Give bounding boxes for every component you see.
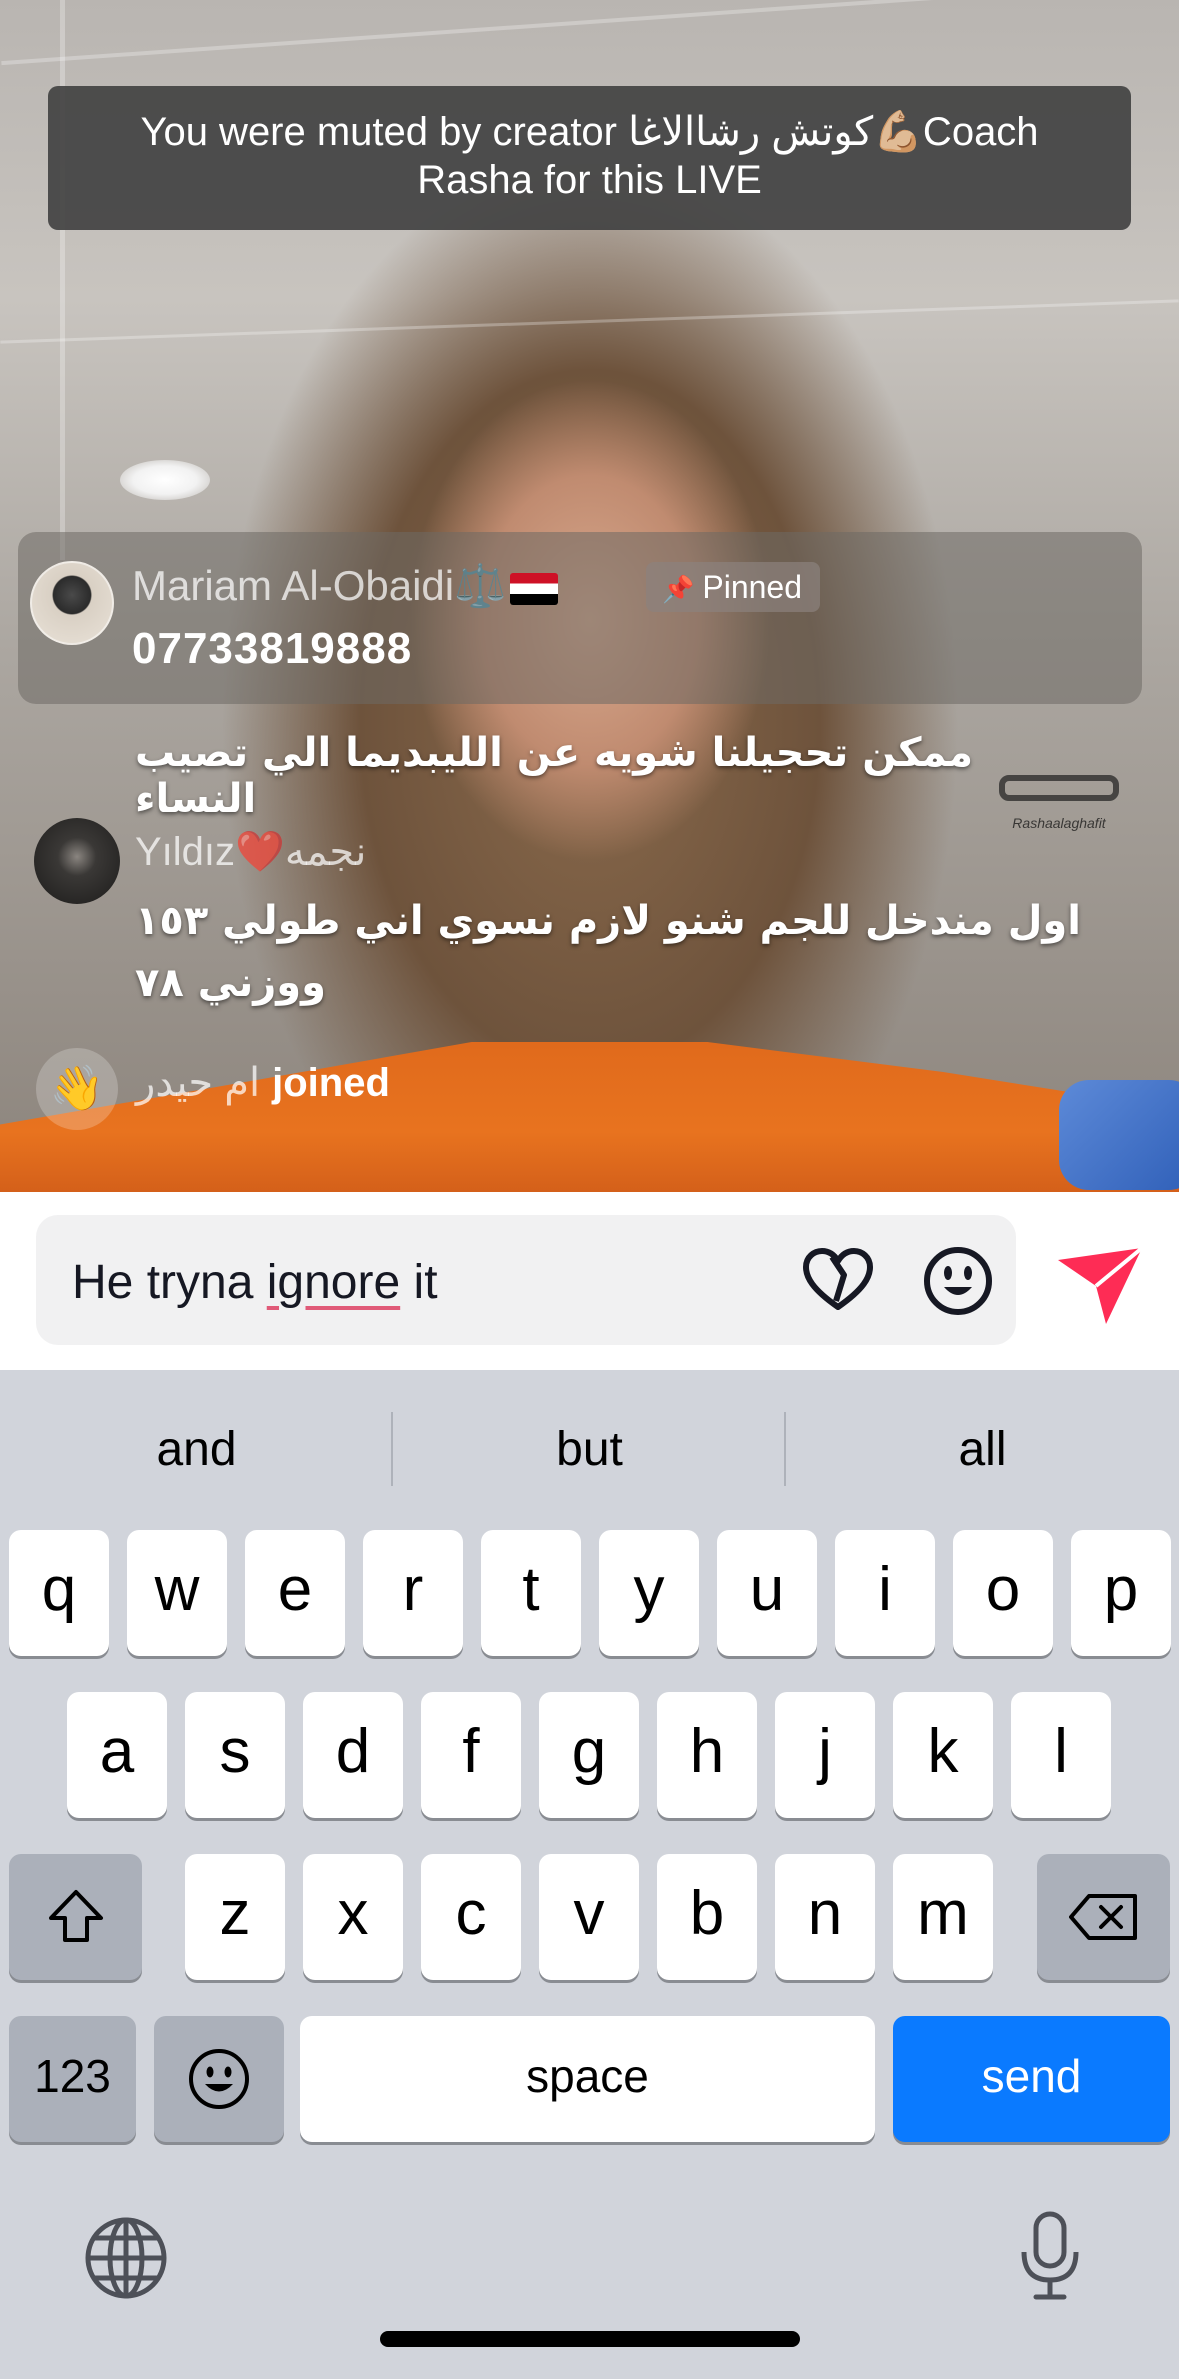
commenter-avatar[interactable] bbox=[34, 818, 120, 904]
comment-input[interactable]: He tryna ignore it bbox=[36, 1215, 1016, 1345]
muted-notice-banner: You were muted by creator كوتش رشاالاغا💪… bbox=[48, 86, 1131, 230]
key-z[interactable]: z bbox=[185, 1854, 285, 1980]
pin-icon: 📌 bbox=[662, 574, 695, 604]
key-y[interactable]: y bbox=[599, 1530, 699, 1656]
pinned-comment[interactable]: Mariam Al-Obaidi⚖️ 📌 Pinned 07733819888 bbox=[18, 532, 1142, 704]
water-bottle bbox=[1059, 1080, 1179, 1190]
emoji-keyboard-icon bbox=[189, 2049, 249, 2109]
pinned-user-avatar[interactable] bbox=[30, 561, 114, 645]
backspace-icon bbox=[1069, 1894, 1137, 1940]
join-event: ام حيدر joined bbox=[136, 1060, 390, 1106]
shift-icon bbox=[49, 1890, 103, 1942]
key-e[interactable]: e bbox=[245, 1530, 345, 1656]
pinned-comment-text: 07733819888 bbox=[132, 624, 413, 673]
key-h[interactable]: h bbox=[657, 1692, 757, 1818]
key-s[interactable]: s bbox=[185, 1692, 285, 1818]
suggestion-bar: and but all bbox=[0, 1370, 1179, 1530]
pinned-badge: 📌 Pinned bbox=[646, 562, 821, 612]
globe-icon[interactable] bbox=[84, 2216, 168, 2300]
key-g[interactable]: g bbox=[539, 1692, 639, 1818]
pinned-user-name: Mariam Al-Obaidi⚖️ bbox=[132, 562, 559, 611]
key-n[interactable]: n bbox=[775, 1854, 875, 1980]
live-video[interactable]: Rashaalaghafit You were muted by creator… bbox=[0, 0, 1179, 1192]
keyboard: and but all q w e r t y u i o p a s d f … bbox=[0, 1370, 1179, 2379]
key-u[interactable]: u bbox=[717, 1530, 817, 1656]
key-q[interactable]: q bbox=[9, 1530, 109, 1656]
numbers-key[interactable]: 123 bbox=[9, 2016, 136, 2142]
ceiling-beam bbox=[0, 299, 1179, 344]
microphone-icon[interactable] bbox=[1018, 2210, 1082, 2302]
comment-input-text[interactable]: He tryna ignore it bbox=[72, 1255, 438, 1310]
comment-input-bar: He tryna ignore it bbox=[0, 1192, 1179, 1370]
key-w[interactable]: w bbox=[127, 1530, 227, 1656]
shift-key[interactable] bbox=[9, 1854, 142, 1980]
emoji-icon[interactable] bbox=[922, 1245, 994, 1317]
joined-user-name: ام حيدر bbox=[136, 1061, 261, 1105]
iraq-flag-icon bbox=[510, 572, 559, 605]
key-p[interactable]: p bbox=[1071, 1530, 1171, 1656]
key-m[interactable]: m bbox=[893, 1854, 993, 1980]
send-comment-icon[interactable] bbox=[1056, 1246, 1146, 1326]
ceiling-light bbox=[120, 460, 210, 500]
key-x[interactable]: x bbox=[303, 1854, 403, 1980]
misspelled-word[interactable]: ignore bbox=[267, 1256, 400, 1309]
key-k[interactable]: k bbox=[893, 1692, 993, 1818]
key-j[interactable]: j bbox=[775, 1692, 875, 1818]
delete-key[interactable] bbox=[1037, 1854, 1170, 1980]
key-r[interactable]: r bbox=[363, 1530, 463, 1656]
suggestion-item[interactable]: and bbox=[0, 1410, 393, 1490]
heart-gift-icon[interactable] bbox=[802, 1245, 874, 1317]
suggestion-item[interactable]: all bbox=[786, 1410, 1179, 1490]
key-v[interactable]: v bbox=[539, 1854, 639, 1980]
wave-hand-icon[interactable]: 👋 bbox=[36, 1048, 118, 1130]
key-b[interactable]: b bbox=[657, 1854, 757, 1980]
key-t[interactable]: t bbox=[481, 1530, 581, 1656]
space-key[interactable]: space bbox=[300, 2016, 875, 2142]
key-c[interactable]: c bbox=[421, 1854, 521, 1980]
key-i[interactable]: i bbox=[835, 1530, 935, 1656]
chat-comment: اول مندخل للجم شنو لازم نسوي اني طولي ١٥… bbox=[135, 898, 1081, 1006]
suggestion-item[interactable]: but bbox=[393, 1410, 786, 1490]
key-l[interactable]: l bbox=[1011, 1692, 1111, 1818]
ceiling-beam bbox=[60, 0, 65, 560]
chat-comment: ممكن تحجيلنا شويه عن الليبديما الي تصيب … bbox=[135, 730, 974, 822]
key-a[interactable]: a bbox=[67, 1692, 167, 1818]
joined-label: joined bbox=[272, 1061, 390, 1105]
home-indicator[interactable] bbox=[380, 2331, 800, 2347]
key-d[interactable]: d bbox=[303, 1692, 403, 1818]
muted-notice-text: You were muted by creator كوتش رشاالاغا💪… bbox=[140, 110, 1039, 202]
emoji-key[interactable] bbox=[154, 2016, 284, 2142]
ceiling-beam bbox=[1, 0, 1178, 66]
key-f[interactable]: f bbox=[421, 1692, 521, 1818]
send-key[interactable]: send bbox=[893, 2016, 1170, 2142]
commenter-name[interactable]: Yıldız❤️نجمه bbox=[135, 828, 366, 875]
key-o[interactable]: o bbox=[953, 1530, 1053, 1656]
